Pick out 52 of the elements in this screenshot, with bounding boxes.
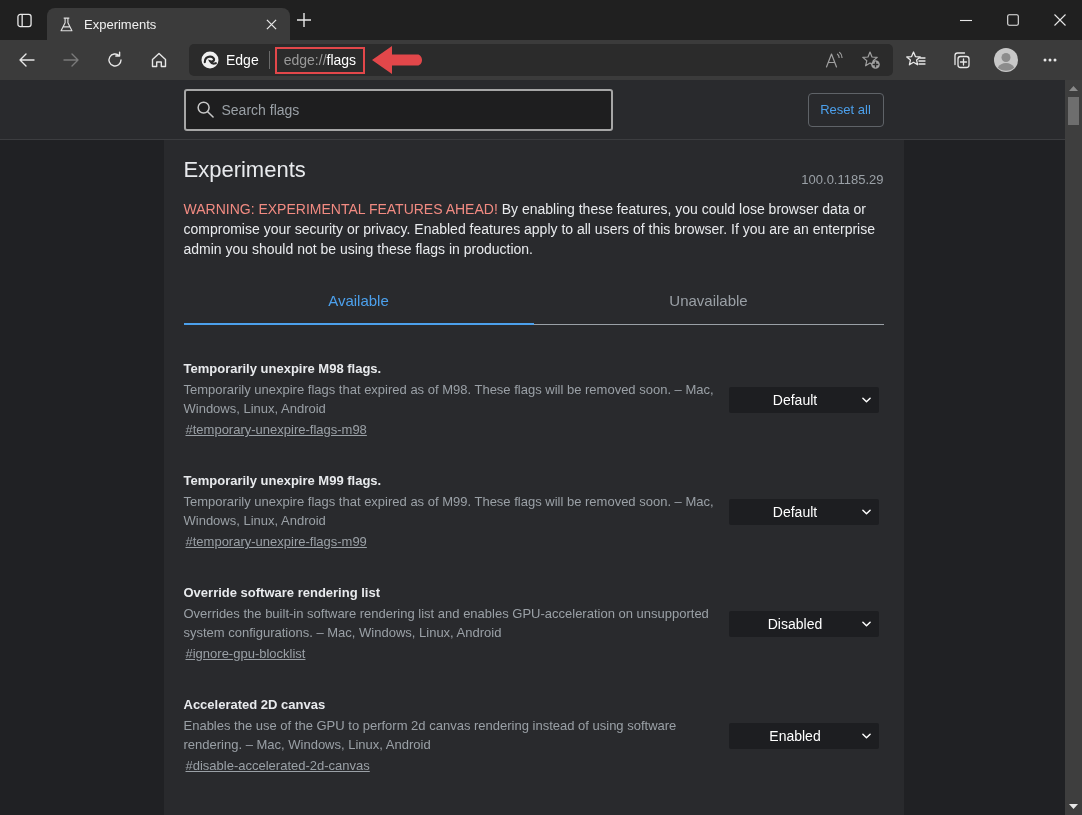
scroll-up-icon[interactable] (1069, 86, 1078, 91)
flag-title: Override software rendering list (183, 584, 380, 602)
flag-title: Accelerated 2D canvas (183, 696, 326, 714)
dropdown[interactable]: Default (728, 386, 879, 413)
flag-link[interactable]: #disable-accelerated-2d-canvas (185, 757, 370, 775)
tab[interactable]: Available (183, 281, 534, 325)
warning-text: WARNING: EXPERIMENTAL FEATURES AHEAD! By enabling these features, you could lose browser data or compromise your security or privacy. Enabled features apply to all users of this browser. If you are an enterprise admin you should not be using these flags in production. (183, 200, 876, 259)
back-icon[interactable] (18, 51, 36, 69)
flag-description: Temporarily unexpire flags that expired as of M98. These flags will be removed soon. – Mac, Windows, Linux, Android (183, 381, 715, 418)
close-icon[interactable] (1054, 14, 1066, 26)
flag-link[interactable]: #temporary-unexpire-flags-m99 (185, 533, 367, 551)
flag-title: Temporarily unexpire M98 flags. (183, 360, 382, 378)
swirl-logo-icon (201, 51, 219, 69)
scrollbar-thumb[interactable] (1068, 97, 1079, 125)
home-icon[interactable] (150, 51, 168, 69)
search-field[interactable]: Search flags (183, 88, 613, 131)
flask-icon (59, 16, 74, 32)
avatar-icon[interactable] (994, 48, 1018, 72)
url-text[interactable]: edge://flags (283, 52, 357, 68)
chevron-icon (861, 396, 871, 403)
flag-description: Temporarily unexpire flags that expired as of M99. These flags will be removed soon. – Mac, Windows, Linux, Android (183, 493, 715, 530)
flag-link[interactable]: #ignore-gpu-blocklist (185, 645, 306, 663)
chevron-icon (861, 732, 871, 739)
dropdown[interactable]: Enabled (728, 722, 879, 749)
chevron-icon (861, 620, 871, 627)
reset-all-button[interactable]: Reset all (807, 92, 884, 127)
annotation-arrow-icon (372, 46, 423, 74)
address-bar[interactable]: Edge edge://flags (189, 44, 893, 76)
more-icon[interactable] (1043, 58, 1057, 62)
flag-link[interactable]: #temporary-unexpire-flags-m98 (185, 421, 367, 439)
add-favorite-icon[interactable] (862, 51, 880, 69)
tab[interactable]: Unavailable (533, 281, 884, 325)
refresh-icon[interactable] (106, 51, 124, 69)
search-icon (196, 100, 214, 118)
maximize-icon[interactable] (1007, 14, 1019, 26)
flag-description: Enables the use of the GPU to perform 2d canvas rendering instead of using software rendering. – Mac, Windows, Linux, Android (183, 717, 678, 754)
scroll-down-icon[interactable] (1069, 804, 1078, 809)
read-aloud-icon[interactable] (825, 51, 843, 69)
scrollbar[interactable] (1065, 80, 1082, 815)
close-tab-icon[interactable] (266, 18, 277, 30)
dropdown[interactable]: Default (728, 498, 879, 525)
version-text: 100.0.1185.29 (801, 172, 884, 187)
flag-description: Overrides the built-in software rendering list and enables GPU-acceleration on unsupported system configurations. – Mac, Windows, Linux, Android (183, 605, 710, 642)
tab-actions-icon[interactable] (17, 12, 32, 28)
flag-title: Temporarily unexpire M99 flags. (183, 472, 382, 490)
collections-icon[interactable] (951, 50, 971, 70)
site-label: Edge (226, 52, 259, 68)
chevron-icon (861, 508, 871, 515)
page-title: Experiments (183, 156, 306, 184)
browser-tab[interactable]: Experiments (47, 8, 290, 40)
new-tab-icon[interactable] (297, 13, 311, 27)
dropdown[interactable]: Disabled (728, 610, 879, 637)
